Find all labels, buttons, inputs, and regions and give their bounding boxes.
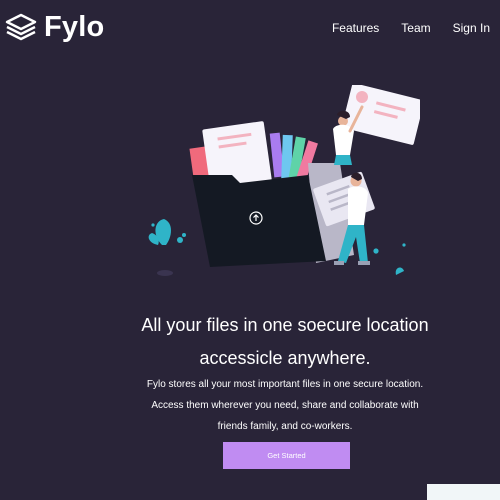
main-nav: Features Team Sign In (332, 20, 490, 36)
nav-features-link[interactable]: Features (332, 20, 379, 36)
stacked-layers-icon (5, 13, 37, 41)
plant-decoration (148, 219, 186, 245)
hero-description: Fylo stores all your most important file… (0, 374, 500, 437)
hero-headline: All your files in one soecure location a… (0, 309, 500, 375)
description-line-1: Fylo stores all your most important file… (146, 379, 424, 390)
headline-line-1: All your files in one soecure location (141, 315, 429, 335)
description-line-3: friends family, and co-workers. (217, 421, 353, 432)
nav-team-link[interactable]: Team (401, 20, 430, 36)
nav-sign-in-link[interactable]: Sign In (453, 20, 490, 36)
get-started-button[interactable]: Get Started (223, 442, 350, 469)
folder-upload-illustration (148, 85, 420, 276)
description-line-2: Access them wherever you need, share and… (151, 400, 419, 411)
leaf-decoration (373, 243, 406, 275)
person-top (333, 105, 364, 165)
header: Fylo Features Team Sign In (0, 0, 500, 56)
logo[interactable]: Fylo (4, 10, 104, 44)
logo-text: Fylo (44, 11, 105, 43)
next-section-edge (427, 484, 500, 500)
headline-line-2: accessicle anywhere. (199, 348, 371, 368)
page: Fylo Features Team Sign In All your file… (0, 0, 500, 500)
